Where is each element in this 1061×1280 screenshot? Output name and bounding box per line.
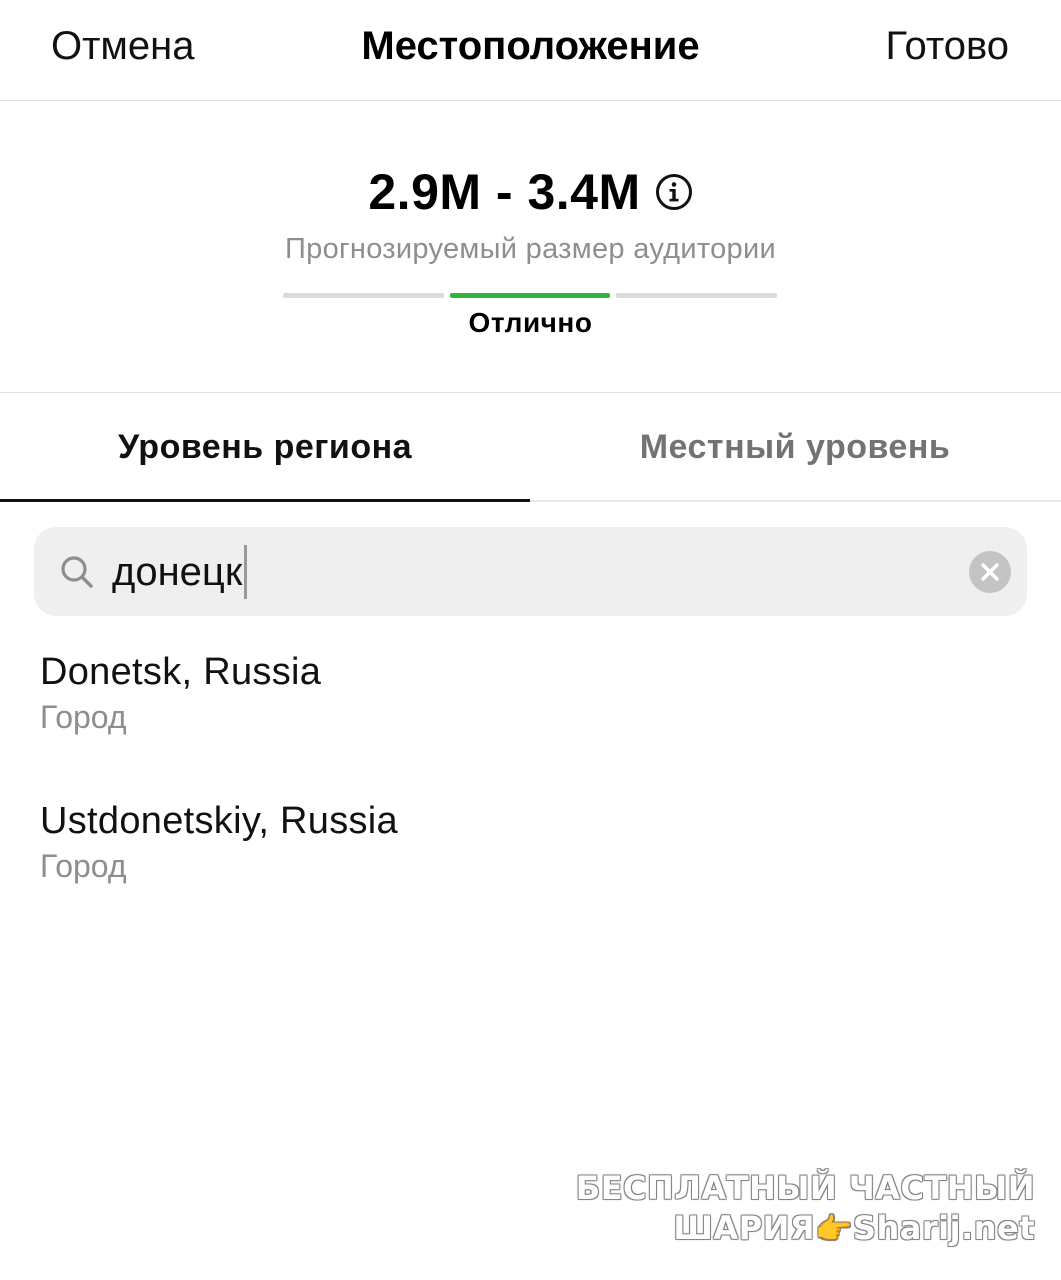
result-item-donetsk[interactable]: Donetsk, Russia Город <box>40 649 1020 737</box>
result-type: Город <box>40 848 127 884</box>
location-screen: Отмена Местоположение Готово 2.9M - 3.4M… <box>0 0 1061 1280</box>
search-bar[interactable]: донецк <box>34 527 1027 616</box>
clear-search-icon[interactable] <box>969 551 1011 593</box>
tab-local-level[interactable]: Местный уровень <box>530 393 1060 502</box>
level-tabs: Уровень региона Местный уровень <box>0 393 1061 502</box>
search-icon <box>61 556 93 588</box>
watermark-line-1: БЕСПЛАТНЫЙ ЧАСТНЫЙ <box>575 1169 1035 1207</box>
done-button[interactable]: Готово <box>885 22 1009 70</box>
result-type: Город <box>40 699 127 735</box>
page-title: Местоположение <box>361 24 700 68</box>
result-item-ustdonetskiy[interactable]: Ustdonetskiy, Russia Город <box>40 798 1020 886</box>
pointing-hand-icon: 👉 <box>815 1212 853 1247</box>
nav-header: Отмена Местоположение Готово <box>0 0 1061 101</box>
search-input[interactable]: донецк <box>112 545 248 599</box>
meter-segment-active <box>449 293 611 298</box>
tab-region-level[interactable]: Уровень региона <box>0 393 530 502</box>
watermark-text-left: ШАРИЯ <box>673 1209 816 1247</box>
watermark-line-2: ШАРИЯ👉Sharij.net <box>576 1208 1035 1250</box>
watermark: БЕСПЛАТНЫЙ ЧАСТНЫЙ ШАРИЯ👉Sharij.net <box>576 1168 1035 1250</box>
info-icon[interactable] <box>655 173 693 211</box>
meter-segment <box>283 293 444 298</box>
audience-range: 2.9M - 3.4M <box>368 164 641 220</box>
watermark-text-right: Sharij.net <box>852 1209 1035 1247</box>
active-tab-indicator <box>0 499 530 502</box>
audience-range-row: 2.9M - 3.4M <box>0 163 1061 221</box>
cancel-button[interactable]: Отмена <box>51 22 195 70</box>
audience-meter <box>283 293 778 298</box>
audience-estimate: 2.9M - 3.4M Прогнозируемый размер аудито… <box>0 101 1061 393</box>
meter-status-label: Отлично <box>468 307 593 338</box>
search-query: донецк <box>112 550 243 594</box>
meter-segment <box>616 293 778 298</box>
result-title: Donetsk, Russia <box>40 651 322 693</box>
text-caret <box>244 545 248 599</box>
audience-size-label: Прогнозируемый размер аудитории <box>285 233 776 265</box>
result-title: Ustdonetskiy, Russia <box>40 800 398 842</box>
